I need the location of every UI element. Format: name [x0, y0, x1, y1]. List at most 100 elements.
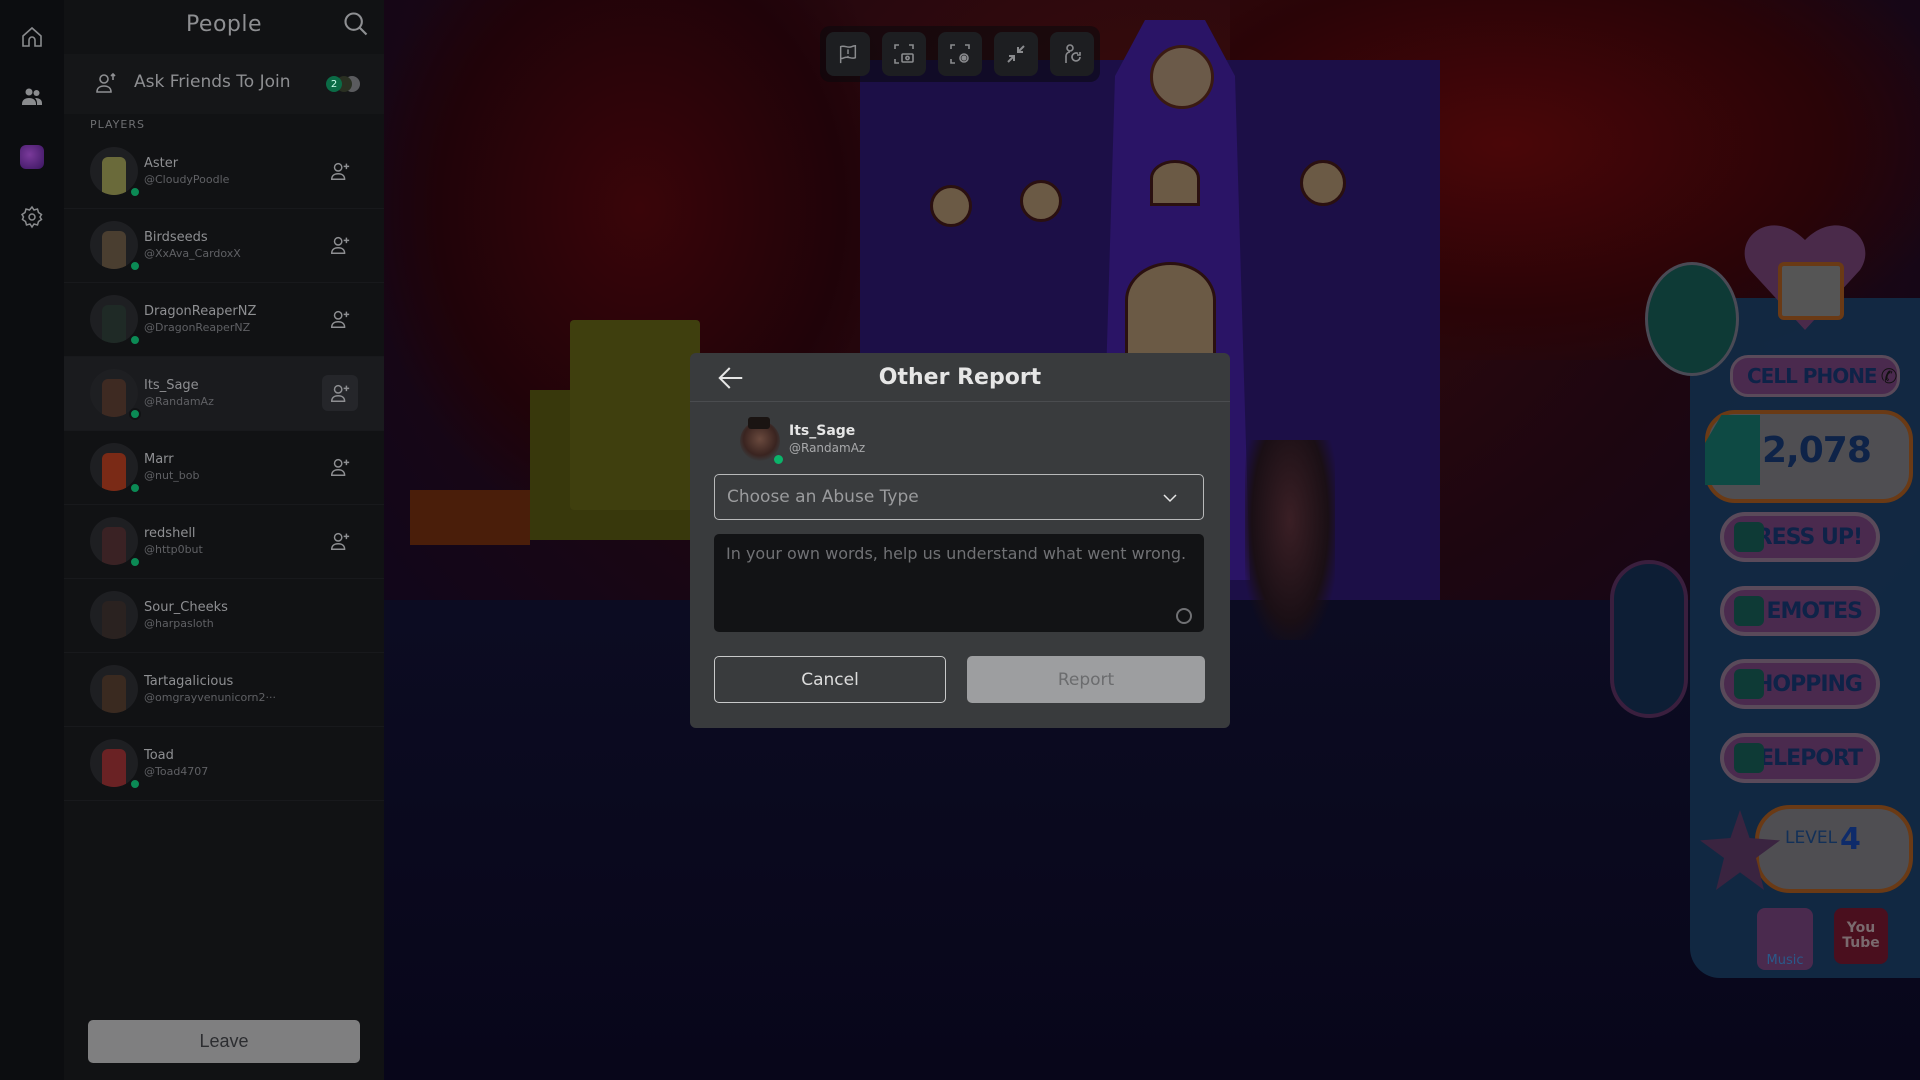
player-handle: @Toad4707 — [144, 765, 209, 778]
dress-icon — [1734, 522, 1764, 552]
rail-game-button[interactable] — [12, 137, 52, 177]
flag-icon — [839, 45, 857, 64]
add-friend-icon — [329, 456, 351, 478]
level-badge — [1755, 805, 1913, 893]
players-list: Aster @CloudyPoodle Birdseeds @XxAva_Cardox… — [64, 135, 384, 801]
hay-bales — [570, 320, 700, 510]
window — [1020, 180, 1062, 222]
character-count-indicator — [1176, 608, 1192, 624]
add-friend-button[interactable] — [322, 301, 358, 337]
player-row[interactable]: Tartagalicious @omgrayvenunicorn2··· — [64, 653, 384, 727]
players-section-header: PLAYERS — [90, 118, 145, 131]
avatar-figure — [102, 379, 126, 417]
search-button[interactable] — [342, 10, 370, 38]
player-handle: @XxAva_CardoxX — [144, 247, 241, 260]
emotes-button[interactable]: EMOTES — [1720, 586, 1880, 636]
window — [1300, 160, 1346, 206]
player-name: Birdseeds — [144, 230, 208, 245]
window — [1125, 262, 1216, 358]
dialog-header: Other Report — [690, 353, 1230, 402]
camera-capture-icon — [894, 44, 914, 64]
abuse-type-dropdown[interactable]: Choose an Abuse Type — [714, 474, 1204, 520]
home-icon — [22, 26, 42, 47]
gear-icon — [20, 205, 43, 229]
player-row[interactable]: Aster @CloudyPoodle — [64, 135, 384, 209]
shopping-bag-icon — [1734, 669, 1764, 699]
avatar-figure — [102, 157, 126, 195]
level-value: 4 — [1840, 822, 1861, 857]
car-button[interactable] — [1645, 262, 1739, 376]
player-handle: @DragonReaperNZ — [144, 321, 251, 334]
online-status-dot — [129, 482, 141, 494]
player-name: Marr — [144, 452, 174, 467]
player-character — [1245, 440, 1335, 640]
avatar-figure — [102, 527, 126, 565]
add-friend-icon — [329, 160, 351, 182]
player-row[interactable]: Sour_Cheeks @harpasloth — [64, 579, 384, 653]
people-panel: People Ask Friends To Join 2 PLAYERS Ast… — [64, 0, 384, 1080]
dress-up-button[interactable]: DRESS UP! — [1720, 512, 1880, 562]
reported-user-handle: @RandamAz — [789, 441, 866, 455]
add-friend-icon — [329, 234, 351, 256]
description-textarea[interactable] — [714, 534, 1204, 632]
player-name: Its_Sage — [144, 378, 199, 393]
minimize-icon — [1007, 45, 1025, 63]
avatar-hat — [748, 417, 770, 429]
dialog-title: Other Report — [878, 365, 1042, 390]
panel-header: People — [64, 0, 384, 48]
screenshot-button[interactable] — [882, 32, 926, 76]
ask-friends-to-join-button[interactable]: Ask Friends To Join 2 — [64, 54, 384, 114]
player-row[interactable]: Marr @nut_bob — [64, 431, 384, 505]
minimize-button[interactable] — [994, 32, 1038, 76]
player-row[interactable]: Its_Sage @RandamAz — [64, 357, 384, 431]
chevron-down-icon — [1159, 489, 1181, 507]
avatar-figure — [102, 749, 126, 787]
player-handle: @CloudyPoodle — [144, 173, 230, 186]
add-friend-button[interactable] — [322, 227, 358, 263]
youtube-button[interactable]: You Tube — [1834, 908, 1888, 964]
leave-button[interactable]: Leave — [88, 1020, 360, 1063]
avatar-figure — [102, 453, 126, 491]
report-button[interactable] — [826, 32, 870, 76]
emotes-label: EMOTES — [1766, 598, 1863, 624]
player-row[interactable]: redshell @http0but — [64, 505, 384, 579]
rail-home-button[interactable] — [12, 17, 52, 57]
player-name: Aster — [144, 156, 179, 171]
teleport-button[interactable]: TELEPORT — [1720, 733, 1880, 783]
player-name: Tartagalicious — [144, 674, 234, 689]
player-row[interactable]: Birdseeds @XxAva_CardoxX — [64, 209, 384, 283]
player-handle: @RandamAz — [144, 395, 214, 408]
cell-phone-button[interactable]: CELL PHONE ✆ — [1730, 355, 1900, 397]
player-avatar — [90, 665, 138, 713]
level-label: LEVEL — [1785, 828, 1838, 848]
reset-character-icon — [1065, 44, 1081, 63]
report-submit-button[interactable]: Report — [967, 656, 1205, 703]
pumpkin-patch-crate — [410, 490, 530, 545]
rail-settings-button[interactable] — [12, 197, 52, 237]
music-label: Music — [1766, 953, 1804, 968]
online-status-dot — [129, 260, 141, 272]
music-toggle-button[interactable]: Music — [1757, 908, 1813, 970]
phone-icon: ✆ — [1880, 364, 1898, 388]
shopping-button[interactable]: SHOPPING — [1720, 659, 1880, 709]
hud-side-ornament — [1610, 560, 1688, 718]
avatar-figure — [102, 675, 126, 713]
record-button[interactable] — [938, 32, 982, 76]
cancel-button[interactable]: Cancel — [714, 656, 946, 703]
player-row[interactable]: DragonReaperNZ @DragonReaperNZ — [64, 283, 384, 357]
game-thumbnail — [20, 145, 44, 169]
player-row[interactable]: Toad @Toad4707 — [64, 727, 384, 801]
abuse-type-placeholder: Choose an Abuse Type — [727, 487, 919, 507]
add-friend-icon — [329, 308, 351, 330]
player-handle: @harpasloth — [144, 617, 214, 630]
rail-people-button[interactable] — [12, 77, 52, 117]
add-friend-button[interactable] — [322, 375, 358, 411]
online-status-dot — [129, 556, 141, 568]
reset-character-button[interactable] — [1050, 32, 1094, 76]
cell-phone-label: CELL PHONE — [1747, 364, 1878, 388]
friends-count-badge: 2 — [326, 76, 342, 92]
add-friend-button[interactable] — [322, 153, 358, 189]
add-friend-button[interactable] — [322, 449, 358, 485]
add-friend-button[interactable] — [322, 523, 358, 559]
youtube-label: You — [1846, 919, 1876, 936]
